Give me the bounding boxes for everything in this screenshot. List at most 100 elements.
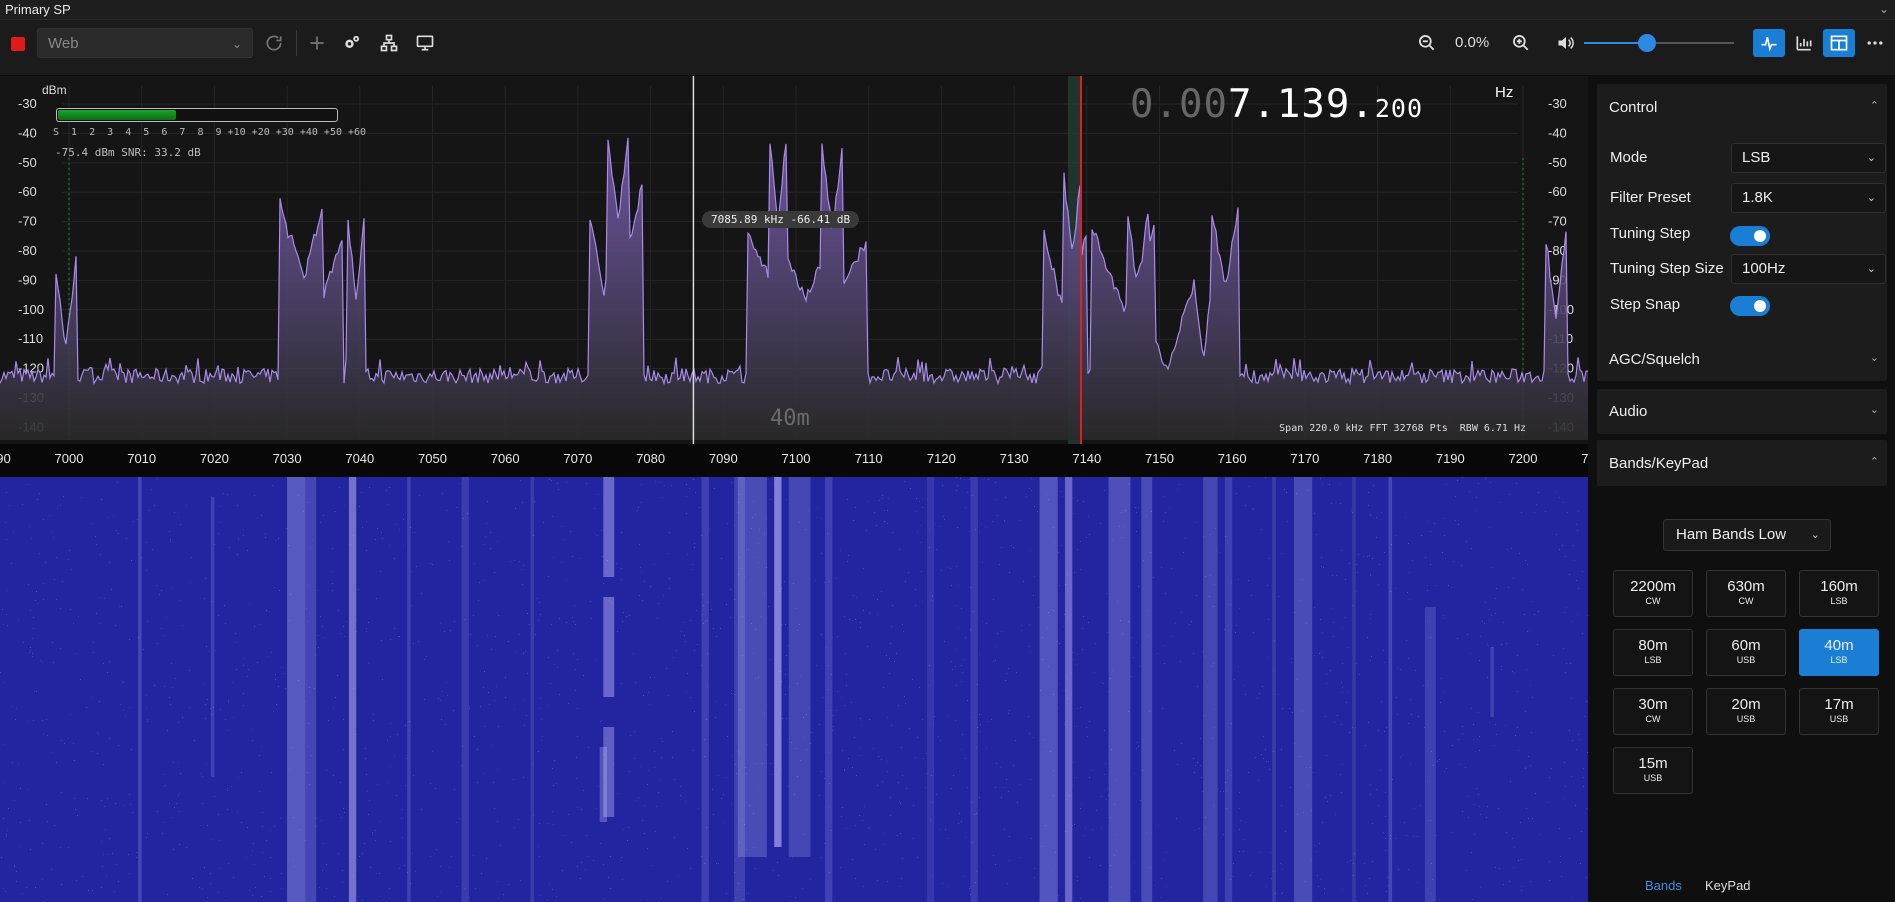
network-icon[interactable] — [376, 30, 402, 56]
waterfall-signal-streak — [1203, 477, 1218, 902]
waterfall-plot[interactable] — [0, 477, 1588, 902]
waterfall-speckle — [1058, 895, 1059, 896]
refresh-icon[interactable] — [261, 30, 287, 56]
waterfall-speckle — [1101, 796, 1102, 797]
waterfall-speckle — [962, 672, 963, 673]
waterfall-speckle — [878, 756, 879, 757]
waterfall-speckle — [93, 642, 94, 643]
spectrum-view-button[interactable] — [1753, 29, 1785, 57]
bands-keypad-header[interactable]: Bands/KeyPad — [1609, 455, 1708, 472]
tab-bands[interactable]: Bands — [1645, 878, 1682, 893]
waterfall-speckle — [554, 664, 555, 665]
source-select[interactable]: Web ⌄ — [37, 28, 253, 58]
waterfall-speckle — [0, 672, 1, 673]
waterfall-speckle — [1249, 486, 1250, 487]
db-tick-left: -70 — [18, 214, 37, 229]
control-header[interactable]: Control — [1609, 99, 1657, 116]
band-button-60m[interactable]: 60m USB — [1706, 629, 1786, 676]
settings-gears-icon[interactable] — [339, 30, 365, 56]
waterfall-speckle — [1501, 644, 1502, 645]
waterfall-speckle — [1521, 886, 1522, 887]
band-button-630m[interactable]: 630m CW — [1706, 570, 1786, 617]
more-options-icon[interactable] — [1862, 30, 1888, 56]
add-icon[interactable] — [304, 30, 330, 56]
band-button-160m[interactable]: 160m LSB — [1799, 570, 1879, 617]
chevron-up-icon[interactable]: ⌃ — [1870, 455, 1879, 468]
waterfall-speckle — [1559, 549, 1560, 550]
waterfall-speckle — [109, 661, 110, 662]
band-button-15m[interactable]: 15m USB — [1613, 747, 1693, 794]
volume-icon[interactable] — [1553, 30, 1579, 56]
stop-button[interactable] — [11, 37, 25, 51]
display-icon[interactable] — [412, 30, 438, 56]
waterfall-speckle — [1405, 517, 1406, 518]
frequency-display[interactable]: 0.007.139.200 — [1130, 82, 1423, 127]
tuning-step-size-select[interactable]: 100Hz ⌄ — [1731, 254, 1886, 284]
waterfall-speckle — [724, 822, 725, 823]
spectrum-display[interactable]: -30 -30 -40 -40 -50 -50 -60 -60 -70 -70 -80 -80 -90-… — [0, 76, 1588, 444]
window-menu-icon[interactable]: ⌄ — [1879, 0, 1889, 19]
band-button-2200m[interactable]: 2200m CW — [1613, 570, 1693, 617]
tuning-step-toggle[interactable] — [1730, 226, 1770, 246]
waterfall-speckle — [1392, 779, 1393, 780]
agc-squelch-section[interactable]: AGC/Squelch ⌄ — [1597, 338, 1887, 381]
band-button-80m[interactable]: 80m LSB — [1613, 629, 1693, 676]
waterfall-speckle — [1006, 673, 1007, 674]
waterfall-speckle — [1528, 818, 1529, 819]
bars-view-button[interactable] — [1788, 29, 1820, 57]
panel-view-button[interactable] — [1823, 29, 1855, 57]
waterfall-speckle — [1059, 585, 1060, 586]
waterfall-speckle — [1573, 545, 1574, 546]
chevron-down-icon[interactable]: ⌄ — [1870, 403, 1879, 416]
waterfall-speckle — [129, 794, 130, 795]
frequency-axis[interactable]: 6990700070107020703070407050706070707080… — [0, 444, 1610, 477]
zoom-out-icon[interactable] — [1414, 30, 1440, 56]
chevron-down-icon[interactable]: ⌄ — [1870, 351, 1879, 364]
band-preset-select[interactable]: Ham Bands Low ⌄ — [1663, 519, 1831, 551]
zoom-in-icon[interactable] — [1508, 30, 1534, 56]
band-label: 40m — [770, 406, 810, 431]
waterfall-speckle — [1372, 823, 1373, 824]
chevron-up-icon[interactable]: ⌃ — [1870, 99, 1879, 112]
waterfall-speckle — [1480, 636, 1481, 637]
step-snap-toggle[interactable] — [1730, 296, 1770, 316]
tab-keypad[interactable]: KeyPad — [1705, 878, 1751, 893]
filter-preset-select[interactable]: 1.8K ⌄ — [1731, 183, 1886, 213]
volume-slider-thumb[interactable] — [1638, 34, 1656, 52]
waterfall-speckle — [557, 483, 558, 484]
waterfall-speckle — [178, 762, 179, 763]
waterfall-speckle — [1462, 733, 1463, 734]
waterfall-speckle — [1417, 882, 1418, 883]
waterfall-speckle — [1318, 886, 1319, 887]
waterfall-speckle — [270, 891, 271, 892]
waterfall-speckle — [1455, 520, 1456, 521]
waterfall-speckle — [366, 521, 367, 522]
waterfall-speckle — [1441, 678, 1442, 679]
band-button-20m[interactable]: 20m USB — [1706, 688, 1786, 735]
waterfall-speckle — [860, 718, 861, 719]
waterfall-speckle — [603, 864, 604, 865]
waterfall-speckle — [444, 631, 445, 632]
waterfall-speckle — [623, 612, 624, 613]
waterfall-speckle — [247, 676, 248, 677]
waterfall-speckle — [870, 612, 871, 613]
waterfall-speckle — [715, 717, 716, 718]
waterfall-speckle — [1424, 727, 1425, 728]
waterfall-speckle — [731, 804, 732, 805]
audio-section[interactable]: Audio ⌄ — [1597, 389, 1887, 434]
freq-tick-label: 7080 — [636, 451, 666, 466]
mode-select[interactable]: LSB ⌄ — [1731, 143, 1886, 173]
band-button-17m[interactable]: 17m USB — [1799, 688, 1879, 735]
waterfall-speckle — [1320, 478, 1321, 479]
band-button-40m[interactable]: 40m LSB — [1799, 629, 1879, 676]
waterfall-speckle — [107, 798, 108, 799]
waterfall-speckle — [684, 635, 685, 636]
agc-squelch-header[interactable]: AGC/Squelch — [1609, 351, 1700, 368]
audio-header[interactable]: Audio — [1609, 403, 1647, 420]
waterfall-speckle — [1566, 607, 1567, 608]
waterfall-display[interactable] — [0, 477, 1588, 902]
waterfall-speckle — [1385, 838, 1386, 839]
waterfall-speckle — [961, 821, 962, 822]
waterfall-speckle — [642, 820, 643, 821]
band-button-30m[interactable]: 30m CW — [1613, 688, 1693, 735]
